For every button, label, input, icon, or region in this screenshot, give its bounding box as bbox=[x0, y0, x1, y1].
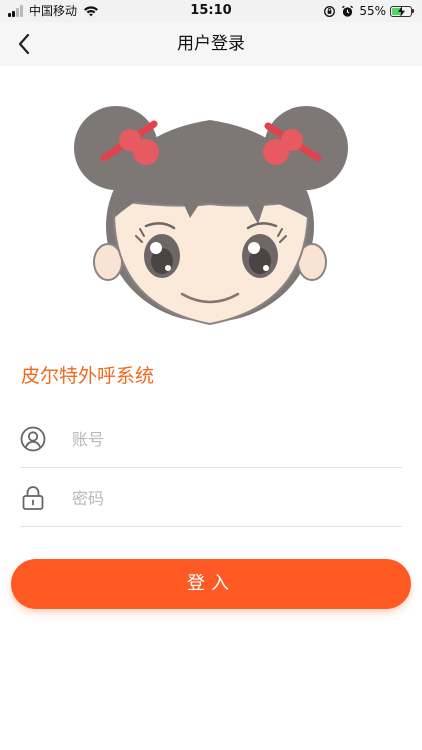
alarm-icon bbox=[342, 5, 354, 17]
battery-icon bbox=[390, 5, 412, 17]
battery-cap bbox=[412, 9, 414, 13]
app-name: 皮尔特外呼系统 bbox=[21, 365, 155, 387]
user-circle-icon bbox=[20, 426, 46, 452]
lock-icon bbox=[22, 486, 44, 510]
orientation-lock-icon bbox=[324, 5, 336, 17]
back-button[interactable] bbox=[8, 28, 40, 60]
password-field-row bbox=[20, 469, 402, 527]
account-field-row bbox=[20, 410, 402, 468]
status-right: 55% bbox=[323, 3, 414, 19]
chevron-left-icon[interactable] bbox=[17, 33, 31, 55]
page-title: 用户登录 bbox=[177, 34, 245, 54]
battery-percent: 55% bbox=[359, 4, 386, 18]
account-input[interactable] bbox=[72, 424, 392, 454]
login-button[interactable]: 登入 bbox=[11, 559, 411, 609]
nav-bar: 用户登录 bbox=[0, 22, 422, 66]
cartoon-girl-avatar bbox=[74, 106, 348, 326]
password-input[interactable] bbox=[72, 483, 392, 513]
status-bar: 中国移动 15:10 55% bbox=[0, 0, 422, 22]
